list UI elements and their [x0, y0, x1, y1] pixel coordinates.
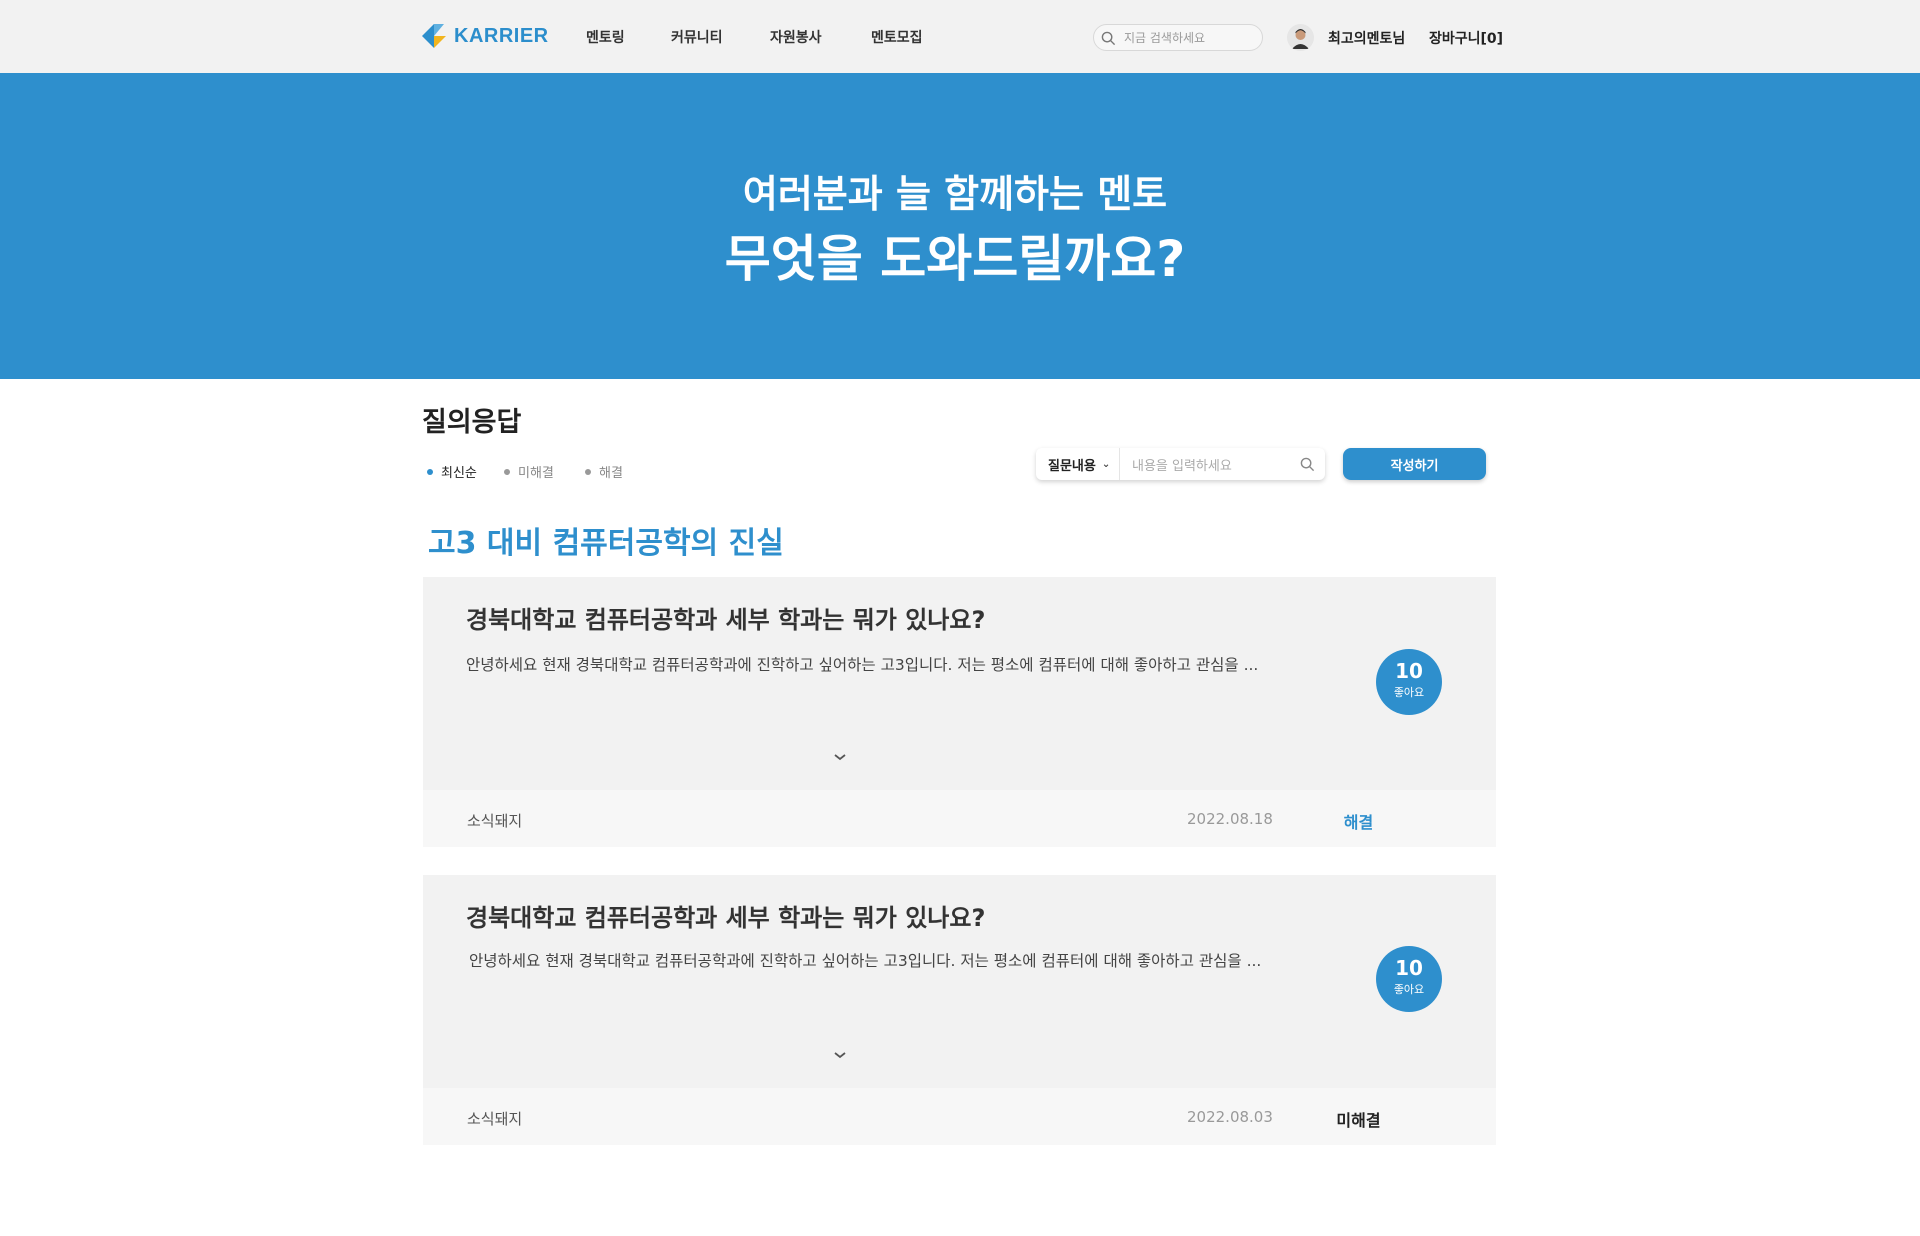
like-badge[interactable]: 10 좋아요	[1376, 649, 1442, 715]
filter-latest-label: 최신순	[441, 466, 477, 481]
header-search-placeholder: 지금 검색하세요	[1124, 31, 1206, 45]
post-title[interactable]: 경북대학교 컴퓨터공학과 세부 학과는 뭐가 있나요?	[466, 600, 985, 635]
hero-title: 무엇을 도와드릴까요?	[724, 230, 1186, 288]
post-footer: 소식돼지 2022.08.18 해결	[423, 790, 1496, 847]
filter-latest[interactable]: 최신순	[427, 462, 477, 481]
qa-search-input[interactable]: 내용을 입력하세요	[1120, 455, 1289, 474]
like-label: 좋아요	[1393, 983, 1425, 996]
post-card: 경북대학교 컴퓨터공학과 세부 학과는 뭐가 있나요? 안녕하세요 현재 경북대…	[423, 875, 1496, 1145]
header-search-input[interactable]: 지금 검색하세요	[1093, 24, 1263, 51]
logo-text: KARRIER	[454, 24, 549, 47]
cart-link[interactable]: 장바구니[0]	[1429, 28, 1503, 48]
post-card: 경북대학교 컴퓨터공학과 세부 학과는 뭐가 있나요? 안녕하세요 현재 경북대…	[423, 577, 1496, 847]
post-date: 2022.08.03	[1187, 1108, 1273, 1126]
nav-community[interactable]: 커뮤니티	[671, 27, 723, 47]
hero-banner: 여러분과 늘 함께하는 멘토 무엇을 도와드릴까요?	[0, 73, 1920, 379]
post-date: 2022.08.18	[1187, 810, 1273, 828]
user-avatar-icon	[1287, 24, 1314, 51]
like-count: 10	[1395, 956, 1423, 980]
search-category-select[interactable]: 질문내용 ⌄	[1036, 448, 1120, 480]
post-footer: 소식돼지 2022.08.03 미해결	[423, 1088, 1496, 1145]
post-excerpt: 안녕하세요 현재 경북대학교 컴퓨터공학과에 진학하고 싶어하는 고3입니다. …	[466, 656, 1259, 674]
like-label: 좋아요	[1393, 686, 1425, 699]
nav-mentor-recruit[interactable]: 멘토모집	[871, 27, 923, 47]
hero-subtitle: 여러분과 늘 함께하는 멘토	[742, 172, 1168, 216]
dot-icon	[504, 468, 510, 475]
filter-unresolved[interactable]: 미해결	[504, 462, 554, 481]
chevron-down-icon: ⌄	[1101, 458, 1111, 470]
filter-unresolved-label: 미해결	[518, 466, 554, 481]
qa-search-button[interactable]	[1289, 457, 1325, 472]
nav-mentoring[interactable]: 멘토링	[586, 27, 625, 47]
karrier-logo-icon	[422, 24, 446, 48]
chevron-down-icon[interactable]	[833, 1050, 847, 1060]
post-body: 경북대학교 컴퓨터공학과 세부 학과는 뭐가 있나요? 안녕하세요 현재 경북대…	[423, 875, 1496, 1088]
search-category-value: 질문내용	[1048, 458, 1096, 474]
search-icon	[1300, 457, 1314, 471]
avatar[interactable]	[1287, 24, 1314, 51]
post-author: 소식돼지	[467, 812, 523, 830]
dot-icon	[585, 468, 591, 475]
username-link[interactable]: 최고의멘토님	[1328, 28, 1405, 48]
filter-resolved[interactable]: 해결	[585, 462, 623, 481]
status-badge: 미해결	[1336, 1111, 1381, 1130]
page-title: 질의응답	[422, 407, 522, 438]
write-button[interactable]: 작성하기	[1343, 448, 1486, 480]
like-count: 10	[1395, 659, 1423, 683]
post-title[interactable]: 경북대학교 컴퓨터공학과 세부 학과는 뭐가 있나요?	[466, 898, 985, 933]
post-body: 경북대학교 컴퓨터공학과 세부 학과는 뭐가 있나요? 안녕하세요 현재 경북대…	[423, 577, 1496, 790]
filter-resolved-label: 해결	[599, 466, 623, 481]
logo[interactable]: KARRIER	[422, 24, 549, 48]
post-author: 소식돼지	[467, 1110, 523, 1128]
status-badge: 해결	[1343, 813, 1374, 832]
nav-volunteer[interactable]: 자원봉사	[770, 27, 822, 47]
active-dot-icon	[427, 468, 433, 475]
post-excerpt: 안녕하세요 현재 경북대학교 컴퓨터공학과에 진학하고 싶어하는 고3입니다. …	[469, 952, 1262, 970]
like-badge[interactable]: 10 좋아요	[1376, 946, 1442, 1012]
top-navigation-bar: KARRIER 멘토링 커뮤니티 자원봉사 멘토모집 지금 검색하세요 최고의멘…	[0, 0, 1920, 73]
search-icon	[1101, 31, 1116, 46]
chevron-down-icon[interactable]	[833, 752, 847, 762]
topic-title: 고3 대비 컴퓨터공학의 진실	[428, 526, 784, 561]
qa-search-bar: 질문내용 ⌄ 내용을 입력하세요	[1036, 448, 1325, 480]
